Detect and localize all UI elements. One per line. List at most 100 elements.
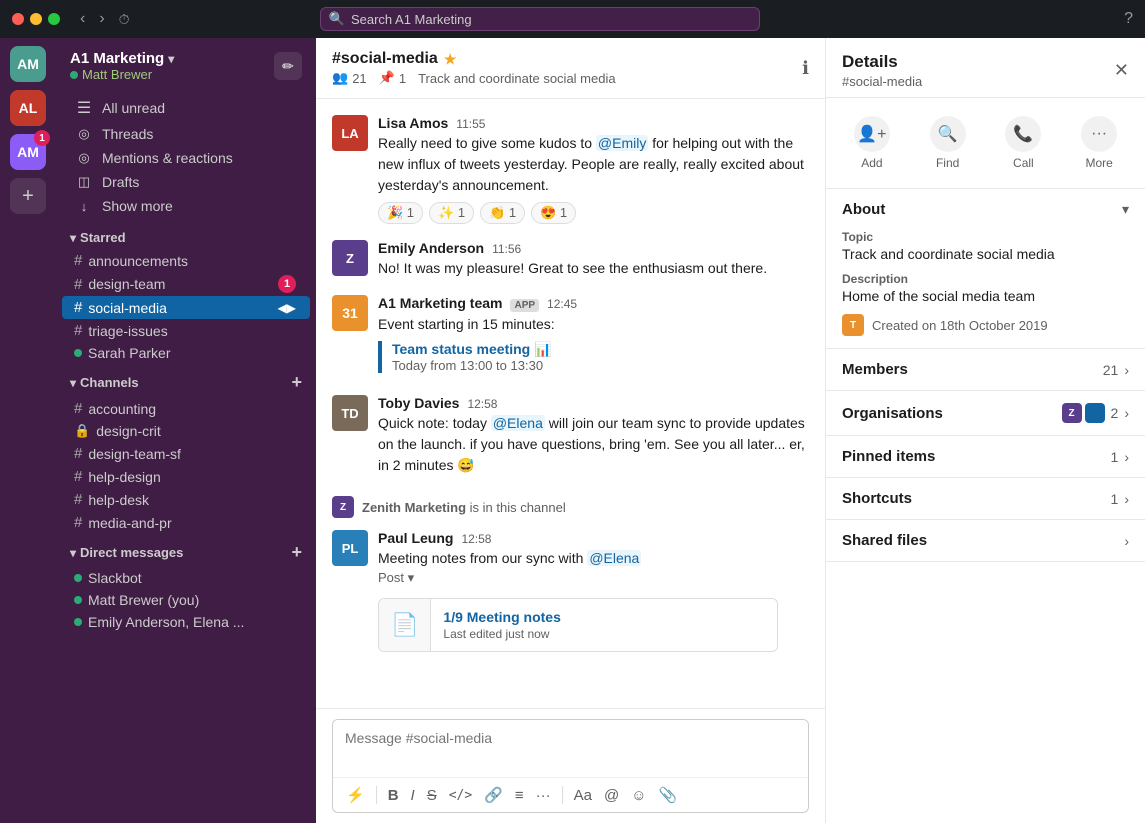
global-search-bar[interactable]: 🔍 Search A1 Marketing (320, 7, 760, 31)
channels-title-container: ▾ Channels (70, 375, 139, 390)
workspace-avatar-am[interactable]: AM (10, 46, 46, 82)
add-channel-button[interactable]: + (291, 372, 302, 393)
channel-item-design-team[interactable]: # design-team 1 (62, 272, 310, 296)
compose-button[interactable]: ✏ (274, 52, 302, 80)
description-value: Home of the social media team (842, 288, 1129, 304)
attachment-button[interactable]: 📎 (654, 782, 683, 808)
system-message: Z Zenith Marketing is in this channel (332, 492, 809, 522)
code-button[interactable]: </> (444, 784, 477, 807)
pinned-items-section-title: Pinned items (842, 448, 935, 465)
message-header: Paul Leung 12:58 (378, 530, 809, 546)
nav-item-all-unread[interactable]: ☰ All unread (62, 94, 310, 122)
details-actions: 👤+ Add 🔍 Find 📞 Call ··· More (826, 98, 1145, 189)
channel-item-media-and-pr[interactable]: # media-and-pr (62, 511, 310, 534)
pin-count[interactable]: 📌 1 (379, 70, 406, 86)
message-input[interactable] (333, 720, 808, 772)
about-section-header[interactable]: About ▾ (826, 189, 1145, 230)
reaction-button[interactable]: 🎉 1 (378, 202, 423, 224)
channel-info-button[interactable]: ℹ (802, 58, 809, 79)
topic-label: Topic (842, 230, 1129, 244)
chat-header-left: #social-media ★ 👥 21 📌 1 Track and coord… (332, 50, 802, 86)
dm-item-slackbot[interactable]: Slackbot (62, 567, 310, 589)
close-traffic-light[interactable] (12, 13, 24, 25)
all-unread-icon: ☰ (74, 98, 94, 118)
channel-item-accounting[interactable]: # accounting (62, 397, 310, 420)
mention-elena[interactable]: @Elena (587, 550, 641, 566)
reaction-button[interactable]: 👏 1 (480, 202, 525, 224)
workspace-avatar-al[interactable]: AL (10, 90, 46, 126)
add-workspace-button[interactable]: + (10, 178, 46, 214)
reaction-button[interactable]: ✨ 1 (429, 202, 474, 224)
maximize-traffic-light[interactable] (48, 13, 60, 25)
channel-item-social-media[interactable]: # social-media ◀▶ (62, 296, 310, 319)
forward-button[interactable]: › (95, 8, 108, 30)
post-title[interactable]: 1/9 Meeting notes (443, 609, 765, 625)
dms-section-header[interactable]: ▾ Direct messages + (56, 534, 316, 567)
close-details-button[interactable]: ✕ (1114, 60, 1129, 81)
channel-item-design-team-sf[interactable]: # design-team-sf (62, 442, 310, 465)
reaction-button[interactable]: 😍 1 (531, 202, 576, 224)
shared-files-section-header[interactable]: Shared files › (826, 520, 1145, 561)
workspace-avatar-am2[interactable]: AM 1 (10, 134, 46, 170)
text-style-button[interactable]: Aa (569, 783, 597, 808)
mention-emily[interactable]: @Emily (596, 135, 648, 151)
nav-item-drafts[interactable]: ◫ Drafts (62, 170, 310, 194)
more-formatting-button[interactable]: ··· (531, 783, 556, 808)
organisations-section-title: Organisations (842, 405, 943, 422)
workspace-name[interactable]: A1 Marketing ▾ (70, 50, 274, 67)
add-people-action[interactable]: 👤+ Add (842, 110, 902, 176)
mention-elena[interactable]: @Elena (491, 415, 545, 431)
help-button[interactable]: ? (1124, 10, 1133, 28)
message-text: Quick note: today @Elena will join our t… (378, 413, 809, 476)
quote-title[interactable]: Team status meeting 📊 (392, 341, 809, 358)
lightning-button[interactable]: ⚡ (341, 782, 370, 808)
channel-hash-icon: # (74, 276, 82, 293)
call-action[interactable]: 📞 Call (993, 110, 1053, 176)
member-count[interactable]: 👥 21 (332, 70, 367, 86)
pinned-items-section: Pinned items 1 › (826, 436, 1145, 478)
emoji-button[interactable]: ☺ (626, 783, 651, 808)
strikethrough-button[interactable]: S (422, 783, 442, 808)
link-button[interactable]: 🔗 (479, 782, 508, 808)
message-text: Really need to give some kudos to @Emily… (378, 133, 809, 196)
nav-item-mentions[interactable]: ◎ Mentions & reactions (62, 146, 310, 170)
post-label[interactable]: Post ▾ (378, 570, 414, 586)
workspace-header: A1 Marketing ▾ Matt Brewer ✏ (56, 38, 316, 90)
dm-item-sarah-parker[interactable]: Sarah Parker (62, 342, 310, 364)
list-button[interactable]: ≡ (510, 783, 529, 808)
more-icon: ··· (1081, 116, 1117, 152)
channel-item-help-desk[interactable]: # help-desk (62, 488, 310, 511)
add-dm-button[interactable]: + (291, 542, 302, 563)
more-action[interactable]: ··· More (1069, 110, 1129, 176)
minimize-traffic-light[interactable] (30, 13, 42, 25)
nav-item-show-more[interactable]: ↓ Show more (62, 194, 310, 218)
about-section: About ▾ Topic Track and coordinate socia… (826, 189, 1145, 349)
bold-button[interactable]: B (383, 783, 404, 808)
about-section-title: About (842, 201, 885, 218)
nav-item-threads[interactable]: ◎ Threads (62, 122, 310, 146)
pinned-items-section-header[interactable]: Pinned items 1 › (826, 436, 1145, 477)
title-bar: ‹ › ⏱ 🔍 Search A1 Marketing ? (0, 0, 1145, 38)
history-button[interactable]: ⏱ (115, 8, 134, 30)
nav-section: ☰ All unread ◎ Threads ◎ Mentions & reac… (56, 90, 316, 222)
organisations-section-header[interactable]: Organisations Z 2 › (826, 391, 1145, 435)
dm-item-matt[interactable]: Matt Brewer (you) (62, 589, 310, 611)
message-header: Toby Davies 12:58 (378, 395, 809, 411)
post-preview[interactable]: 📄 1/9 Meeting notes Last edited just now (378, 598, 778, 652)
find-action[interactable]: 🔍 Find (918, 110, 978, 176)
channels-section-header[interactable]: ▾ Channels + (56, 364, 316, 397)
user-online-indicator (70, 71, 78, 79)
channel-hash-icon: # (74, 514, 82, 531)
channel-item-announcements[interactable]: # announcements (62, 249, 310, 272)
back-button[interactable]: ‹ (76, 8, 89, 30)
italic-button[interactable]: I (406, 783, 420, 808)
channel-item-help-design[interactable]: # help-design (62, 465, 310, 488)
mention-button[interactable]: @ (599, 783, 624, 808)
star-icon[interactable]: ★ (444, 51, 457, 68)
members-section-header[interactable]: Members 21 › (826, 349, 1145, 390)
shortcuts-section-header[interactable]: Shortcuts 1 › (826, 478, 1145, 519)
starred-section-header[interactable]: ▾ Starred (56, 222, 316, 249)
channel-item-design-crit[interactable]: 🔒 design-crit (62, 420, 310, 442)
dm-item-emily-elena[interactable]: Emily Anderson, Elena ... (62, 611, 310, 633)
channel-item-triage-issues[interactable]: # triage-issues (62, 319, 310, 342)
